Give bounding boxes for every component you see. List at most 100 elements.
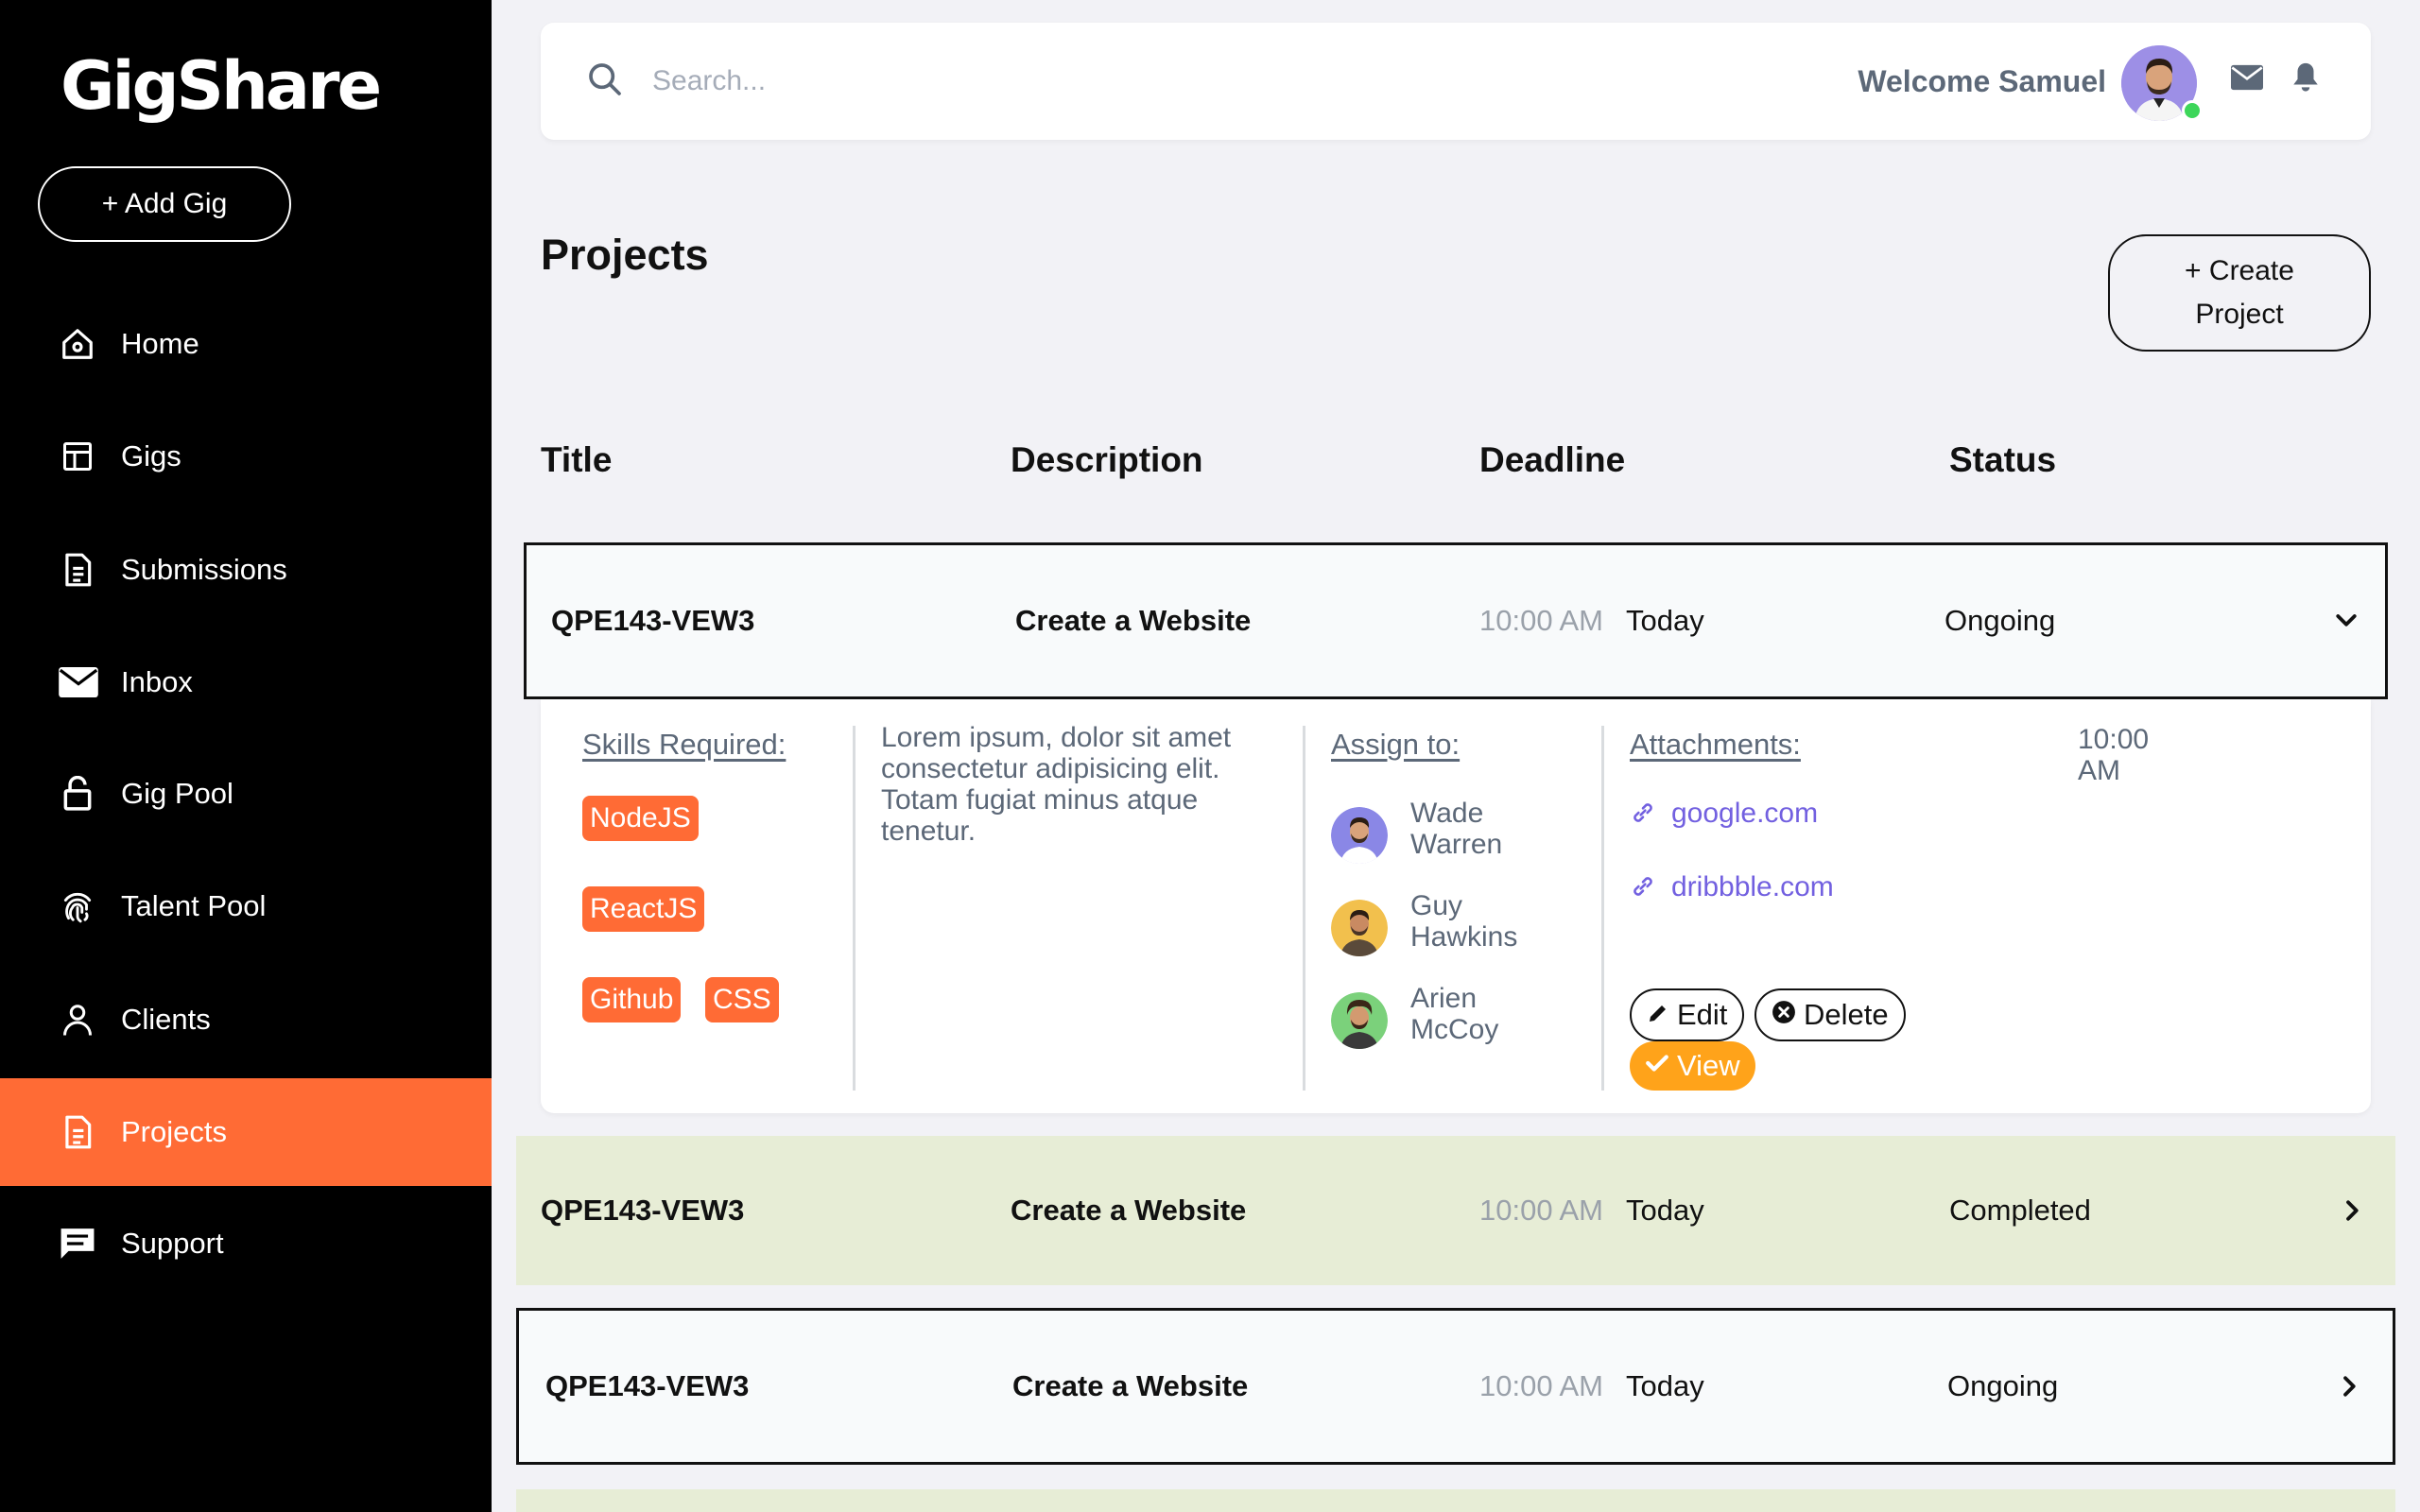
chat-icon: [59, 1225, 96, 1263]
row-status: Completed: [1949, 1194, 2091, 1227]
sidebar-item-label: Home: [121, 327, 199, 360]
search-input[interactable]: [652, 51, 1314, 112]
row-description: Create a Website: [1011, 1194, 1247, 1227]
sidebar-item-gigs[interactable]: Gigs: [0, 403, 492, 510]
table-row[interactable]: [516, 1489, 2395, 1512]
divider: [853, 726, 856, 1091]
delete-button[interactable]: Delete: [1754, 988, 1906, 1041]
check-icon: [1645, 1049, 1669, 1083]
sidebar-item-label: Inbox: [121, 665, 193, 698]
table-row[interactable]: QPE143-VEW3 Create a Website 10:00 AM To…: [524, 542, 2388, 699]
sidebar-item-home[interactable]: Home: [0, 290, 492, 398]
pencil-icon: [1647, 998, 1669, 1032]
row-description: Create a Website: [1012, 1369, 1249, 1402]
mail-icon: [59, 663, 98, 701]
assign-label: Assign to:: [1331, 728, 1461, 761]
row-title: QPE143-VEW3: [545, 1369, 750, 1402]
add-gig-button[interactable]: + Add Gig: [38, 166, 291, 242]
sidebar-item-projects[interactable]: Projects: [0, 1078, 492, 1186]
chevron-down-icon[interactable]: [2332, 607, 2360, 635]
column-header-description: Description: [1011, 440, 1203, 479]
column-header-status: Status: [1949, 440, 2057, 479]
skills-label: Skills Required:: [582, 728, 786, 761]
edit-label: Edit: [1677, 998, 1728, 1031]
app-root: GigShare + Add Gig Home Gigs Submissions: [0, 0, 2420, 1512]
skill-tag: CSS: [705, 977, 779, 1022]
view-button[interactable]: View: [1630, 1041, 1755, 1091]
link-icon: [1630, 873, 1658, 902]
document-icon: [59, 551, 96, 589]
table-row[interactable]: QPE143-VEW3 Create a Website 10:00 AM To…: [516, 1308, 2395, 1465]
chevron-right-icon[interactable]: [2339, 1196, 2367, 1225]
project-details-panel: Skills Required: NodeJS ReactJS Github C…: [541, 699, 2371, 1113]
column-header-deadline: Deadline: [1479, 440, 1626, 479]
page-title: Projects: [541, 231, 709, 279]
user-icon: [59, 1001, 96, 1039]
assignee-last-name: Hawkins: [1410, 921, 1518, 953]
sidebar-item-label: Talent Pool: [121, 889, 267, 922]
sidebar-item-clients[interactable]: Clients: [0, 966, 492, 1074]
row-description: Create a Website: [1015, 604, 1252, 637]
row-deadline-day: Today: [1626, 604, 1704, 637]
layout-icon: [59, 438, 96, 475]
skill-tag: Github: [582, 977, 682, 1022]
mail-icon[interactable]: [2231, 64, 2263, 96]
view-label: View: [1677, 1049, 1740, 1082]
welcome-text: Welcome Samuel: [1858, 64, 2106, 98]
detail-deadline-time: 10:00 AM: [2078, 724, 2191, 786]
sidebar-item-label: Gigs: [121, 439, 182, 472]
column-header-title: Title: [541, 440, 613, 479]
assignee-name: Arien McCoy: [1410, 983, 1581, 1045]
sidebar-item-label: Support: [121, 1227, 224, 1260]
edit-button[interactable]: Edit: [1630, 988, 1745, 1041]
row-status: Ongoing: [1947, 1369, 2059, 1402]
row-title: QPE143-VEW3: [551, 604, 755, 637]
assignee-last-name: Warren: [1410, 829, 1503, 860]
row-deadline-time: 10:00 AM: [1479, 604, 1603, 637]
create-project-button[interactable]: + Create Project: [2108, 234, 2371, 352]
attachments-label: Attachments:: [1630, 728, 1801, 761]
link-icon: [1630, 799, 1658, 828]
row-deadline-day: Today: [1626, 1369, 1704, 1402]
sidebar-item-submissions[interactable]: Submissions: [0, 516, 492, 624]
divider: [1601, 726, 1604, 1091]
attachment-link[interactable]: google.com: [1671, 798, 1818, 830]
sidebar-item-inbox[interactable]: Inbox: [0, 628, 492, 736]
divider: [1303, 726, 1305, 1091]
sidebar: GigShare + Add Gig Home Gigs Submissions: [0, 0, 492, 1512]
row-deadline-day: Today: [1626, 1194, 1704, 1227]
delete-label: Delete: [1804, 998, 1889, 1031]
app-logo: GigShare: [60, 47, 382, 125]
fingerprint-icon: [59, 887, 96, 925]
sidebar-item-talent-pool[interactable]: Talent Pool: [0, 852, 492, 960]
document-icon: [59, 1113, 96, 1151]
skill-tag: ReactJS: [582, 886, 705, 932]
attachment-link[interactable]: dribbble.com: [1671, 871, 1834, 903]
row-deadline-time: 10:00 AM: [1479, 1194, 1603, 1227]
detail-time-meridiem: AM: [2078, 755, 2120, 786]
assignee-first-name: Arien: [1410, 983, 1478, 1014]
sidebar-item-support[interactable]: Support: [0, 1190, 492, 1297]
home-icon: [59, 325, 96, 363]
skill-tag: NodeJS: [582, 796, 699, 841]
detail-time-hour: 10:00: [2078, 724, 2150, 755]
table-row[interactable]: QPE143-VEW3 Create a Website 10:00 AM To…: [516, 1136, 2395, 1285]
sidebar-item-gig-pool[interactable]: Gig Pool: [0, 740, 492, 848]
assignee-first-name: Guy: [1410, 890, 1463, 921]
chevron-right-icon[interactable]: [2336, 1372, 2364, 1400]
assignee-name: Guy Hawkins: [1410, 890, 1581, 953]
search-icon[interactable]: [586, 60, 628, 102]
create-project-label-line1: + Create: [2185, 255, 2294, 286]
bell-icon[interactable]: [2291, 60, 2324, 96]
assignee-first-name: Wade: [1410, 798, 1484, 829]
top-bar: Welcome Samuel: [541, 23, 2371, 140]
row-status: Ongoing: [1945, 604, 2056, 637]
row-title: QPE143-VEW3: [541, 1194, 745, 1227]
assignee-last-name: McCoy: [1410, 1014, 1499, 1045]
create-project-label-line2: Project: [2195, 299, 2284, 330]
online-status-dot: [2182, 100, 2203, 121]
sidebar-item-label: Projects: [121, 1115, 227, 1148]
row-deadline-time: 10:00 AM: [1479, 1369, 1603, 1402]
close-circle-icon: [1772, 998, 1796, 1032]
sidebar-item-label: Clients: [121, 1003, 211, 1036]
